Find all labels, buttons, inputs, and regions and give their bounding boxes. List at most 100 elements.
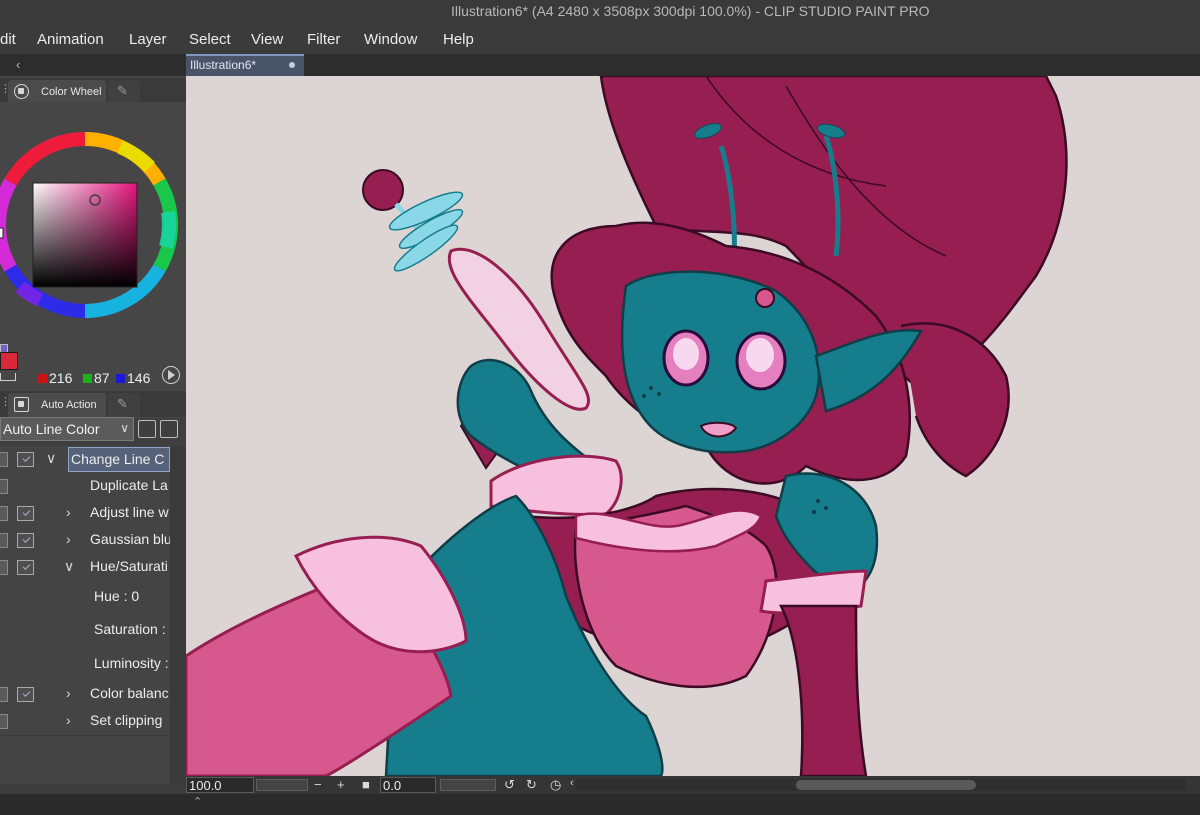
dialog-toggle-icon[interactable] — [17, 533, 34, 548]
action-row[interactable]: ∨ Change Line C — [0, 446, 170, 473]
action-label: Gaussian blu — [90, 531, 170, 547]
enable-checkbox[interactable] — [0, 506, 8, 521]
chevron-right-icon[interactable]: › — [66, 712, 71, 728]
action-row[interactable]: ∨ Hue/Saturati — [0, 554, 170, 581]
action-row[interactable]: Duplicate La — [0, 473, 170, 500]
title-bar: Illustration6* (A4 2480 x 3508px 300dpi … — [0, 0, 1200, 24]
document-tab[interactable]: Illustration6* — [186, 54, 304, 76]
sub-color-swatch[interactable] — [0, 352, 18, 370]
document-tab-row: ‹ Illustration6* — [0, 54, 1200, 76]
param-label: Luminosity : — [94, 655, 169, 671]
action-label: Hue/Saturati — [90, 558, 168, 574]
action-row[interactable]: › Set clipping — [0, 708, 170, 735]
auto-action-tab[interactable]: Auto Action — [8, 393, 106, 417]
color-wheel-tab[interactable]: Color Wheel — [8, 80, 106, 104]
action-list-scrollbar[interactable] — [170, 446, 186, 815]
action-row[interactable]: › Gaussian blu — [0, 527, 170, 554]
green-value[interactable]: 87 — [83, 370, 110, 386]
chevron-right-icon[interactable]: › — [66, 531, 71, 547]
chevron-right-icon[interactable]: › — [66, 504, 71, 520]
red-value[interactable]: 216 — [38, 370, 72, 386]
red-swatch — [38, 374, 47, 383]
color-wheel-area — [0, 102, 186, 387]
menu-animation[interactable]: Animation — [37, 31, 104, 48]
menu-edit[interactable]: dit — [0, 31, 16, 48]
reset-rotation-icon[interactable]: ◷ — [550, 777, 561, 793]
action-param-row: Luminosity : — [0, 651, 170, 678]
zoom-in-button[interactable]: + — [337, 777, 345, 792]
menu-filter[interactable]: Filter — [307, 31, 340, 48]
rotate-right-icon[interactable]: ↻ — [526, 777, 537, 793]
brush-tab[interactable]: ✎ — [108, 80, 140, 104]
zoom-out-button[interactable]: − — [314, 777, 322, 792]
menu-bar: dit Animation Layer Select View Filter W… — [0, 24, 1200, 54]
enable-checkbox[interactable] — [0, 479, 8, 494]
bottom-dock: ⌃ — [0, 794, 1200, 815]
scrollbar-thumb[interactable] — [796, 780, 976, 790]
menu-select[interactable]: Select — [189, 31, 231, 48]
menu-layer[interactable]: Layer — [129, 31, 167, 48]
chevron-right-icon[interactable]: › — [66, 685, 71, 701]
action-list: ∨ Change Line C Duplicate La › Adjust li… — [0, 446, 170, 815]
list-divider — [0, 735, 170, 736]
chevron-down-icon[interactable]: ∨ — [46, 450, 56, 467]
dialog-toggle-icon[interactable] — [17, 506, 34, 521]
zoom-slider[interactable] — [256, 779, 308, 791]
expand-up-icon[interactable]: ⌃ — [193, 795, 202, 808]
action-label: Change Line C — [68, 447, 170, 472]
hue-cursor-icon[interactable] — [0, 227, 4, 239]
menu-view[interactable]: View — [251, 31, 283, 48]
clapper-icon — [14, 397, 29, 412]
auto-action-header: ⋮ Auto Action ✎ — [0, 391, 186, 417]
rotation-slider[interactable] — [440, 779, 496, 791]
brush-icon: ✎ — [117, 83, 128, 98]
enable-checkbox[interactable] — [0, 560, 8, 575]
color-wheel-header: ⋮ Color Wheel ✎ — [0, 78, 186, 104]
menu-window[interactable]: Window — [364, 31, 417, 48]
enable-checkbox[interactable] — [0, 452, 8, 467]
collapse-panel-icon[interactable]: ‹ — [16, 57, 20, 72]
action-label: Adjust line w — [90, 504, 169, 520]
param-label: Saturation : — [94, 621, 166, 637]
color-mode-icon[interactable] — [162, 366, 180, 384]
action-set-select[interactable]: Auto Line Color ∨ — [0, 417, 134, 441]
menu-help[interactable]: Help — [443, 31, 474, 48]
unsaved-dot-icon — [289, 62, 295, 68]
color-wheel[interactable] — [0, 102, 186, 387]
action-label: Set clipping — [90, 712, 163, 728]
enable-checkbox[interactable] — [0, 714, 8, 729]
enable-checkbox[interactable] — [0, 687, 8, 702]
action-row[interactable]: › Adjust line w — [0, 500, 170, 527]
action-label: Color balanc — [90, 685, 169, 701]
rotation-input[interactable]: 0.0 — [380, 777, 436, 793]
dialog-toggle-icon[interactable] — [17, 687, 34, 702]
scroll-left-icon[interactable]: ‹ — [570, 777, 574, 789]
canvas-status-bar: 100.0 − + ■ 0.0 ↺ ↻ ◷ ‹ — [186, 776, 1200, 794]
action-row[interactable]: › Color balanc — [0, 681, 170, 708]
import-set-icon[interactable] — [160, 420, 178, 438]
window-title: Illustration6* (A4 2480 x 3508px 300dpi … — [451, 3, 930, 19]
blue-value[interactable]: 146 — [116, 370, 150, 386]
drawing-canvas[interactable] — [186, 76, 1200, 776]
add-set-icon[interactable] — [138, 420, 156, 438]
color-wheel-tab-label: Color Wheel — [41, 86, 102, 98]
dialog-toggle-icon[interactable] — [17, 452, 34, 467]
green-swatch — [83, 374, 92, 383]
horizontal-scrollbar[interactable] — [576, 779, 1186, 791]
blue-swatch — [116, 374, 125, 383]
enable-checkbox[interactable] — [0, 533, 8, 548]
dialog-toggle-icon[interactable] — [17, 560, 34, 575]
rotate-left-icon[interactable]: ↺ — [504, 777, 515, 793]
brush-tab[interactable]: ✎ — [108, 393, 140, 417]
color-wheel-tab-icon — [14, 84, 29, 99]
fit-button[interactable]: ■ — [362, 777, 370, 792]
document-tab-label: Illustration6* — [190, 58, 257, 72]
chevron-down-icon[interactable]: ∨ — [64, 558, 74, 575]
zoom-input[interactable]: 100.0 — [186, 777, 254, 793]
action-set-value: Auto Line Color — [3, 421, 100, 437]
auto-action-tab-label: Auto Action — [41, 399, 97, 411]
action-label: Duplicate La — [90, 477, 168, 493]
brush-icon: ✎ — [117, 396, 128, 411]
action-param-row: Saturation : — [0, 617, 170, 644]
swap-colors-icon[interactable] — [0, 373, 16, 381]
